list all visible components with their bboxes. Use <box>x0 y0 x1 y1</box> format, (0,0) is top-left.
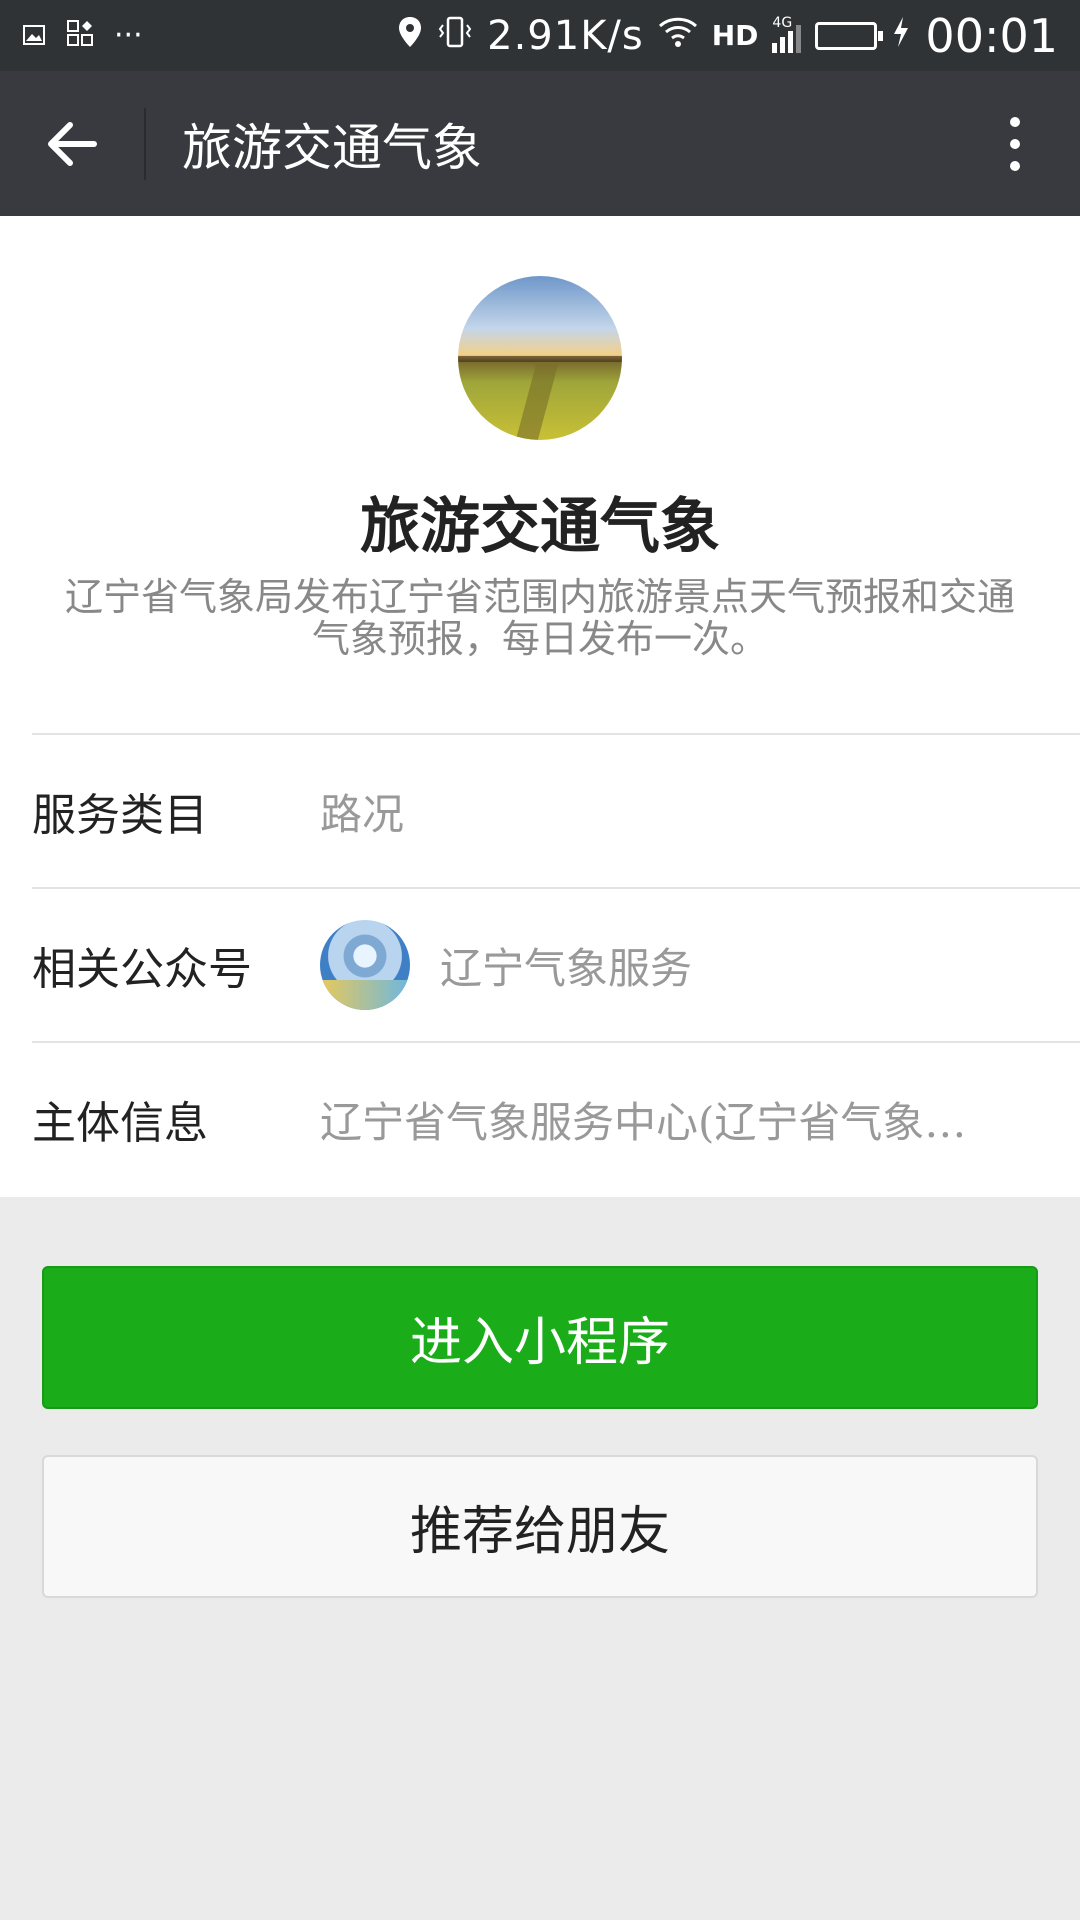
more-dot-icon <box>1010 116 1020 127</box>
recommend-to-friend-button[interactable]: 推荐给朋友 <box>42 1455 1038 1598</box>
entity-info-value: 辽宁省气象服务中心(辽宁省气象… <box>320 1097 967 1147</box>
miniprogram-avatar <box>458 276 622 440</box>
entity-info-row[interactable]: 主体信息 辽宁省气象服务中心(辽宁省气象… <box>32 1041 1080 1195</box>
status-bar: ··· 2.91K/s HD 4G 00:01 <box>0 0 1080 71</box>
service-category-value: 路况 <box>320 789 405 839</box>
signal-icon: 4G <box>772 15 802 53</box>
miniprogram-profile: 旅游交通气象 辽宁省气象局发布辽宁省范围内旅游景点天气预报和交通气象预报，每日发… <box>0 216 1080 1197</box>
enter-miniprogram-button[interactable]: 进入小程序 <box>42 1266 1038 1409</box>
miniprogram-name: 旅游交通气象 <box>360 492 720 562</box>
network-speed: 2.91K/s <box>487 12 644 59</box>
page-title: 旅游交通气象 <box>182 118 482 177</box>
clock: 00:01 <box>925 8 1058 63</box>
more-dot-icon <box>1010 160 1020 171</box>
more-dot-icon <box>1010 138 1020 149</box>
back-button[interactable] <box>0 71 144 216</box>
service-category-label: 服务类目 <box>32 790 208 841</box>
location-icon <box>397 15 423 57</box>
more-options-button[interactable] <box>950 71 1080 216</box>
signal-type-label: 4G <box>772 14 793 31</box>
related-account-label: 相关公众号 <box>32 944 252 995</box>
apps-notification-icon <box>66 17 94 55</box>
back-arrow-icon <box>48 121 97 166</box>
related-account-value: 辽宁气象服务 <box>440 943 693 993</box>
battery-icon <box>815 21 884 50</box>
hd-indicator: HD <box>711 19 759 52</box>
image-notification-icon <box>22 17 46 55</box>
wifi-icon <box>658 16 698 56</box>
entity-info-label: 主体信息 <box>32 1098 208 1149</box>
nav-divider <box>144 107 146 180</box>
miniprogram-description: 辽宁省气象局发布辽宁省范围内旅游景点天气预报和交通气象预报，每日发布一次。 <box>64 575 1015 661</box>
related-account-row[interactable]: 相关公众号 辽宁气象服务 <box>32 887 1080 1041</box>
vibrate-icon <box>437 15 473 57</box>
related-account-avatar <box>320 920 410 1010</box>
more-notifications-icon: ··· <box>114 18 143 53</box>
charging-icon <box>891 15 911 57</box>
nav-bar: 旅游交通气象 <box>0 71 1080 216</box>
service-category-row: 服务类目 路况 <box>32 733 1080 887</box>
